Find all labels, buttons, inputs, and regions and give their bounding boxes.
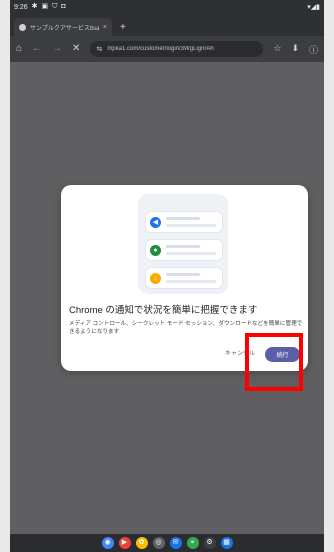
- notification-permission-dialog: ◀ ● ↓ Chrome の通知で状況を簡単に把握できます メディア コントロー…: [61, 185, 308, 371]
- apps-grid-icon[interactable]: ▦: [220, 537, 233, 549]
- maps-app-icon[interactable]: ⌖: [186, 537, 199, 549]
- chrome-app-icon[interactable]: ◉: [101, 537, 114, 549]
- browser-toolbar: ⌂ ← → ✕ ⇆ mpka1.com/customer/login/3WgLi…: [10, 36, 324, 62]
- gmail-icon: ▣: [41, 3, 49, 10]
- alert-icon: ◘: [61, 3, 66, 10]
- device-screen: 9:26 ✱ ▣ ⛉ ◘ ▾◢▮ サンプルクアサービスbsa × + ⌂ ← →…: [10, 0, 324, 552]
- photos-app-icon[interactable]: ✿: [135, 537, 148, 549]
- continue-button[interactable]: 続行: [265, 347, 300, 362]
- new-tab-button[interactable]: +: [120, 22, 126, 33]
- media-notification-row: ◀: [145, 211, 223, 233]
- favicon-icon: [19, 23, 26, 31]
- browser-tab[interactable]: サンプルクアサービスbsa ×: [14, 18, 112, 36]
- back-icon[interactable]: ←: [32, 44, 42, 54]
- incognito-notification-row: ●: [145, 239, 223, 261]
- dialog-title: Chrome の通知で状況を簡単に把握できます: [69, 305, 258, 316]
- cancel-button[interactable]: キャンセル: [225, 348, 255, 357]
- toolbar-actions: ☆ ⬇ ⓘ: [273, 43, 318, 56]
- camera-app-icon[interactable]: ◎: [152, 537, 165, 549]
- status-bar: 9:26 ✱ ▣ ⛉ ◘ ▾◢▮: [10, 0, 324, 14]
- download-icon[interactable]: ⬇: [291, 43, 299, 56]
- download-icon: ↓: [150, 273, 161, 284]
- url-text[interactable]: mpka1.com/customer/login/3WgLignrAh: [107, 46, 257, 52]
- signal-battery-icons: ▾◢▮: [307, 4, 320, 11]
- bookmark-star-icon[interactable]: ☆: [273, 43, 281, 56]
- status-time: 9:26: [14, 3, 28, 11]
- notification-illustration: ◀ ● ↓: [138, 194, 228, 294]
- incognito-icon: ●: [150, 245, 161, 256]
- messages-app-icon[interactable]: ✉: [169, 537, 182, 549]
- stop-icon[interactable]: ✕: [72, 44, 80, 54]
- close-tab-icon[interactable]: ×: [103, 24, 107, 31]
- address-bar[interactable]: ⇆ mpka1.com/customer/login/3WgLignrAh: [90, 41, 264, 57]
- forward-icon[interactable]: →: [52, 44, 62, 54]
- site-settings-icon[interactable]: ⇆: [96, 45, 102, 53]
- dialog-description: メディア コントロール、シークレット モード セッション、ダウンロードなどを簡単…: [69, 321, 303, 335]
- app-dock: ◉ ▶ ✿ ◎ ✉ ⌖ ⚙ ▦: [10, 534, 324, 552]
- home-icon[interactable]: ⌂: [16, 44, 22, 54]
- download-notification-row: ↓: [145, 267, 223, 289]
- youtube-app-icon[interactable]: ▶: [118, 537, 131, 549]
- tab-strip: サンプルクアサービスbsa × +: [10, 14, 324, 36]
- gear-icon: ✱: [31, 3, 38, 10]
- tab-title: サンプルクアサービスbsa: [30, 25, 99, 32]
- volume-icon: ◀: [150, 217, 161, 228]
- shield-icon: ⛉: [52, 3, 58, 10]
- settings-app-icon[interactable]: ⚙: [203, 537, 216, 549]
- page-info-icon[interactable]: ⓘ: [309, 43, 318, 56]
